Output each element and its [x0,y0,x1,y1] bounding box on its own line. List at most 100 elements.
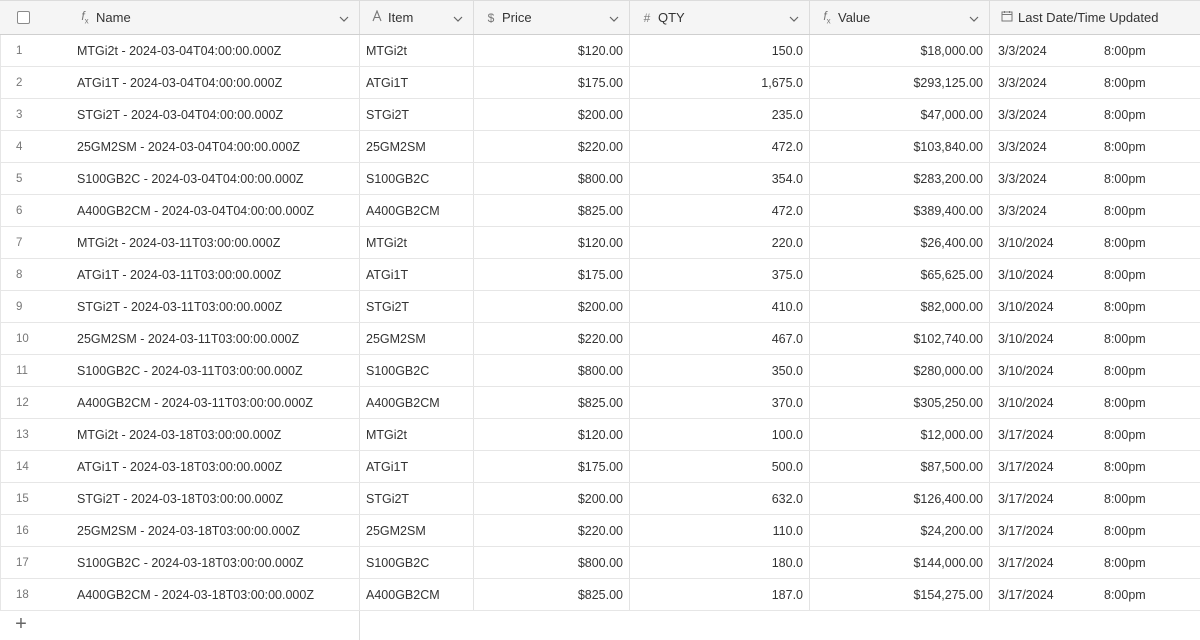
cell-value[interactable]: $293,125.00 [810,67,990,98]
cell-qty[interactable]: 110.0 [630,515,810,546]
cell-date[interactable]: 3/17/2024 8:00pm [990,515,1200,546]
cell-qty[interactable]: 375.0 [630,259,810,290]
cell-date[interactable]: 3/10/2024 8:00pm [990,323,1200,354]
table-row[interactable]: 6 A400GB2CM - 2024-03-04T04:00:00.000Z A40… [0,195,1200,227]
cell-price[interactable]: $200.00 [474,483,630,514]
cell-name[interactable]: S100GB2C - 2024-03-18T03:00:00.000Z [64,547,360,578]
chevron-down-icon[interactable] [453,12,463,27]
cell-item[interactable]: 25GM2SM [360,131,474,162]
cell-qty[interactable]: 472.0 [630,131,810,162]
plus-icon[interactable]: + [10,613,32,635]
cell-value[interactable]: $24,200.00 [810,515,990,546]
cell-name[interactable]: ATGi1T - 2024-03-18T03:00:00.000Z [64,451,360,482]
cell-name[interactable]: ATGi1T - 2024-03-04T04:00:00.000Z [64,67,360,98]
cell-value[interactable]: $154,275.00 [810,579,990,610]
table-row[interactable]: 11 S100GB2C - 2024-03-11T03:00:00.000Z S10… [0,355,1200,387]
cell-item[interactable]: S100GB2C [360,163,474,194]
cell-price[interactable]: $825.00 [474,579,630,610]
cell-name[interactable]: S100GB2C - 2024-03-11T03:00:00.000Z [64,355,360,386]
cell-value[interactable]: $47,000.00 [810,99,990,130]
column-header-qty[interactable]: # QTY [630,1,810,34]
column-header-name[interactable]: fx Name [64,1,360,34]
cell-item[interactable]: MTGi2t [360,419,474,450]
cell-item[interactable]: ATGi1T [360,259,474,290]
cell-value[interactable]: $144,000.00 [810,547,990,578]
cell-name[interactable]: STGi2T - 2024-03-18T03:00:00.000Z [64,483,360,514]
table-row[interactable]: 7 MTGi2t - 2024-03-11T03:00:00.000Z MTGi2t… [0,227,1200,259]
cell-price[interactable]: $220.00 [474,323,630,354]
chevron-down-icon[interactable] [969,12,979,27]
cell-qty[interactable]: 500.0 [630,451,810,482]
cell-date[interactable]: 3/10/2024 8:00pm [990,387,1200,418]
cell-value[interactable]: $87,500.00 [810,451,990,482]
cell-name[interactable]: 25GM2SM - 2024-03-11T03:00:00.000Z [64,323,360,354]
table-row[interactable]: 9 STGi2T - 2024-03-11T03:00:00.000Z STGi2T… [0,291,1200,323]
table-row[interactable]: 4 25GM2SM - 2024-03-04T04:00:00.000Z 25GM2… [0,131,1200,163]
cell-name[interactable]: A400GB2CM - 2024-03-11T03:00:00.000Z [64,387,360,418]
cell-price[interactable]: $220.00 [474,515,630,546]
cell-date[interactable]: 3/17/2024 8:00pm [990,419,1200,450]
cell-date[interactable]: 3/17/2024 8:00pm [990,451,1200,482]
cell-item[interactable]: STGi2T [360,291,474,322]
cell-value[interactable]: $18,000.00 [810,35,990,66]
cell-date[interactable]: 3/10/2024 8:00pm [990,355,1200,386]
table-row[interactable]: 15 STGi2T - 2024-03-18T03:00:00.000Z STGi2… [0,483,1200,515]
cell-item[interactable]: S100GB2C [360,547,474,578]
cell-value[interactable]: $103,840.00 [810,131,990,162]
cell-value[interactable]: $280,000.00 [810,355,990,386]
cell-date[interactable]: 3/10/2024 8:00pm [990,259,1200,290]
cell-qty[interactable]: 410.0 [630,291,810,322]
cell-price[interactable]: $120.00 [474,35,630,66]
column-header-price[interactable]: $ Price [474,1,630,34]
cell-price[interactable]: $800.00 [474,163,630,194]
cell-qty[interactable]: 187.0 [630,579,810,610]
cell-date[interactable]: 3/3/2024 8:00pm [990,35,1200,66]
cell-item[interactable]: A400GB2CM [360,195,474,226]
cell-value[interactable]: $389,400.00 [810,195,990,226]
table-row[interactable]: 10 25GM2SM - 2024-03-11T03:00:00.000Z 25GM… [0,323,1200,355]
cell-date[interactable]: 3/10/2024 8:00pm [990,291,1200,322]
cell-qty[interactable]: 350.0 [630,355,810,386]
cell-qty[interactable]: 180.0 [630,547,810,578]
cell-item[interactable]: ATGi1T [360,451,474,482]
cell-qty[interactable]: 220.0 [630,227,810,258]
cell-item[interactable]: STGi2T [360,483,474,514]
cell-value[interactable]: $12,000.00 [810,419,990,450]
cell-qty[interactable]: 354.0 [630,163,810,194]
cell-value[interactable]: $65,625.00 [810,259,990,290]
cell-name[interactable]: STGi2T - 2024-03-04T04:00:00.000Z [64,99,360,130]
column-header-value[interactable]: fx Value [810,1,990,34]
cell-item[interactable]: MTGi2t [360,227,474,258]
cell-date[interactable]: 3/10/2024 8:00pm [990,227,1200,258]
cell-name[interactable]: MTGi2t - 2024-03-18T03:00:00.000Z [64,419,360,450]
cell-name[interactable]: A400GB2CM - 2024-03-04T04:00:00.000Z [64,195,360,226]
cell-item[interactable]: A400GB2CM [360,387,474,418]
cell-price[interactable]: $220.00 [474,131,630,162]
cell-price[interactable]: $120.00 [474,419,630,450]
cell-price[interactable]: $200.00 [474,99,630,130]
cell-price[interactable]: $120.00 [474,227,630,258]
cell-qty[interactable]: 467.0 [630,323,810,354]
cell-qty[interactable]: 235.0 [630,99,810,130]
table-row[interactable]: 2 ATGi1T - 2024-03-04T04:00:00.000Z ATGi1T… [0,67,1200,99]
cell-price[interactable]: $825.00 [474,387,630,418]
cell-price[interactable]: $175.00 [474,67,630,98]
cell-date[interactable]: 3/3/2024 8:00pm [990,195,1200,226]
cell-value[interactable]: $82,000.00 [810,291,990,322]
cell-qty[interactable]: 150.0 [630,35,810,66]
cell-date[interactable]: 3/3/2024 8:00pm [990,163,1200,194]
cell-value[interactable]: $283,200.00 [810,163,990,194]
cell-name[interactable]: A400GB2CM - 2024-03-18T03:00:00.000Z [64,579,360,610]
cell-date[interactable]: 3/17/2024 8:00pm [990,579,1200,610]
cell-price[interactable]: $200.00 [474,291,630,322]
cell-name[interactable]: ATGi1T - 2024-03-11T03:00:00.000Z [64,259,360,290]
cell-value[interactable]: $126,400.00 [810,483,990,514]
cell-item[interactable]: 25GM2SM [360,323,474,354]
cell-qty[interactable]: 370.0 [630,387,810,418]
table-row[interactable]: 5 S100GB2C - 2024-03-04T04:00:00.000Z S100… [0,163,1200,195]
cell-item[interactable]: ATGi1T [360,67,474,98]
cell-name[interactable]: MTGi2t - 2024-03-11T03:00:00.000Z [64,227,360,258]
cell-qty[interactable]: 1,675.0 [630,67,810,98]
cell-item[interactable]: A400GB2CM [360,579,474,610]
cell-qty[interactable]: 632.0 [630,483,810,514]
